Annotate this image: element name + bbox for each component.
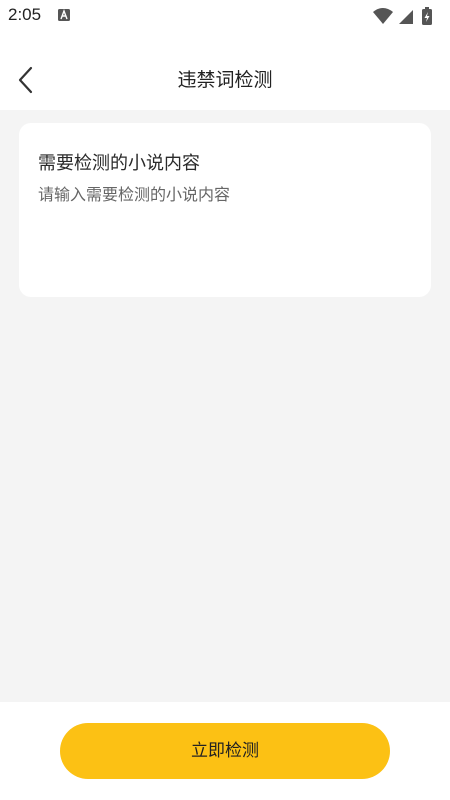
detect-now-button[interactable]: 立即检测 xyxy=(60,723,390,779)
app-header: 违禁词检测 xyxy=(0,50,450,110)
content-area: 需要检测的小说内容 xyxy=(0,110,450,702)
a-notification-icon xyxy=(58,9,70,21)
chevron-left-icon xyxy=(18,66,33,94)
status-bar: 2:05 xyxy=(0,0,450,32)
page-title: 违禁词检测 xyxy=(177,69,273,91)
cell-signal-icon xyxy=(399,10,413,24)
novel-content-input[interactable] xyxy=(38,183,410,283)
novel-content-card: 需要检测的小说内容 xyxy=(19,123,431,297)
footer-bar: 立即检测 xyxy=(0,702,450,800)
status-time: 2:05 xyxy=(8,5,42,24)
app-screen: 2:05 违禁词检测 需要检测的小说内容 请输入需要检测的小说内容 立即检测 xyxy=(0,0,450,800)
wifi-icon xyxy=(373,8,393,24)
battery-charging-icon xyxy=(422,7,432,25)
status-icons xyxy=(372,6,442,26)
card-title: 需要检测的小说内容 xyxy=(38,153,200,174)
back-button[interactable] xyxy=(8,62,44,98)
